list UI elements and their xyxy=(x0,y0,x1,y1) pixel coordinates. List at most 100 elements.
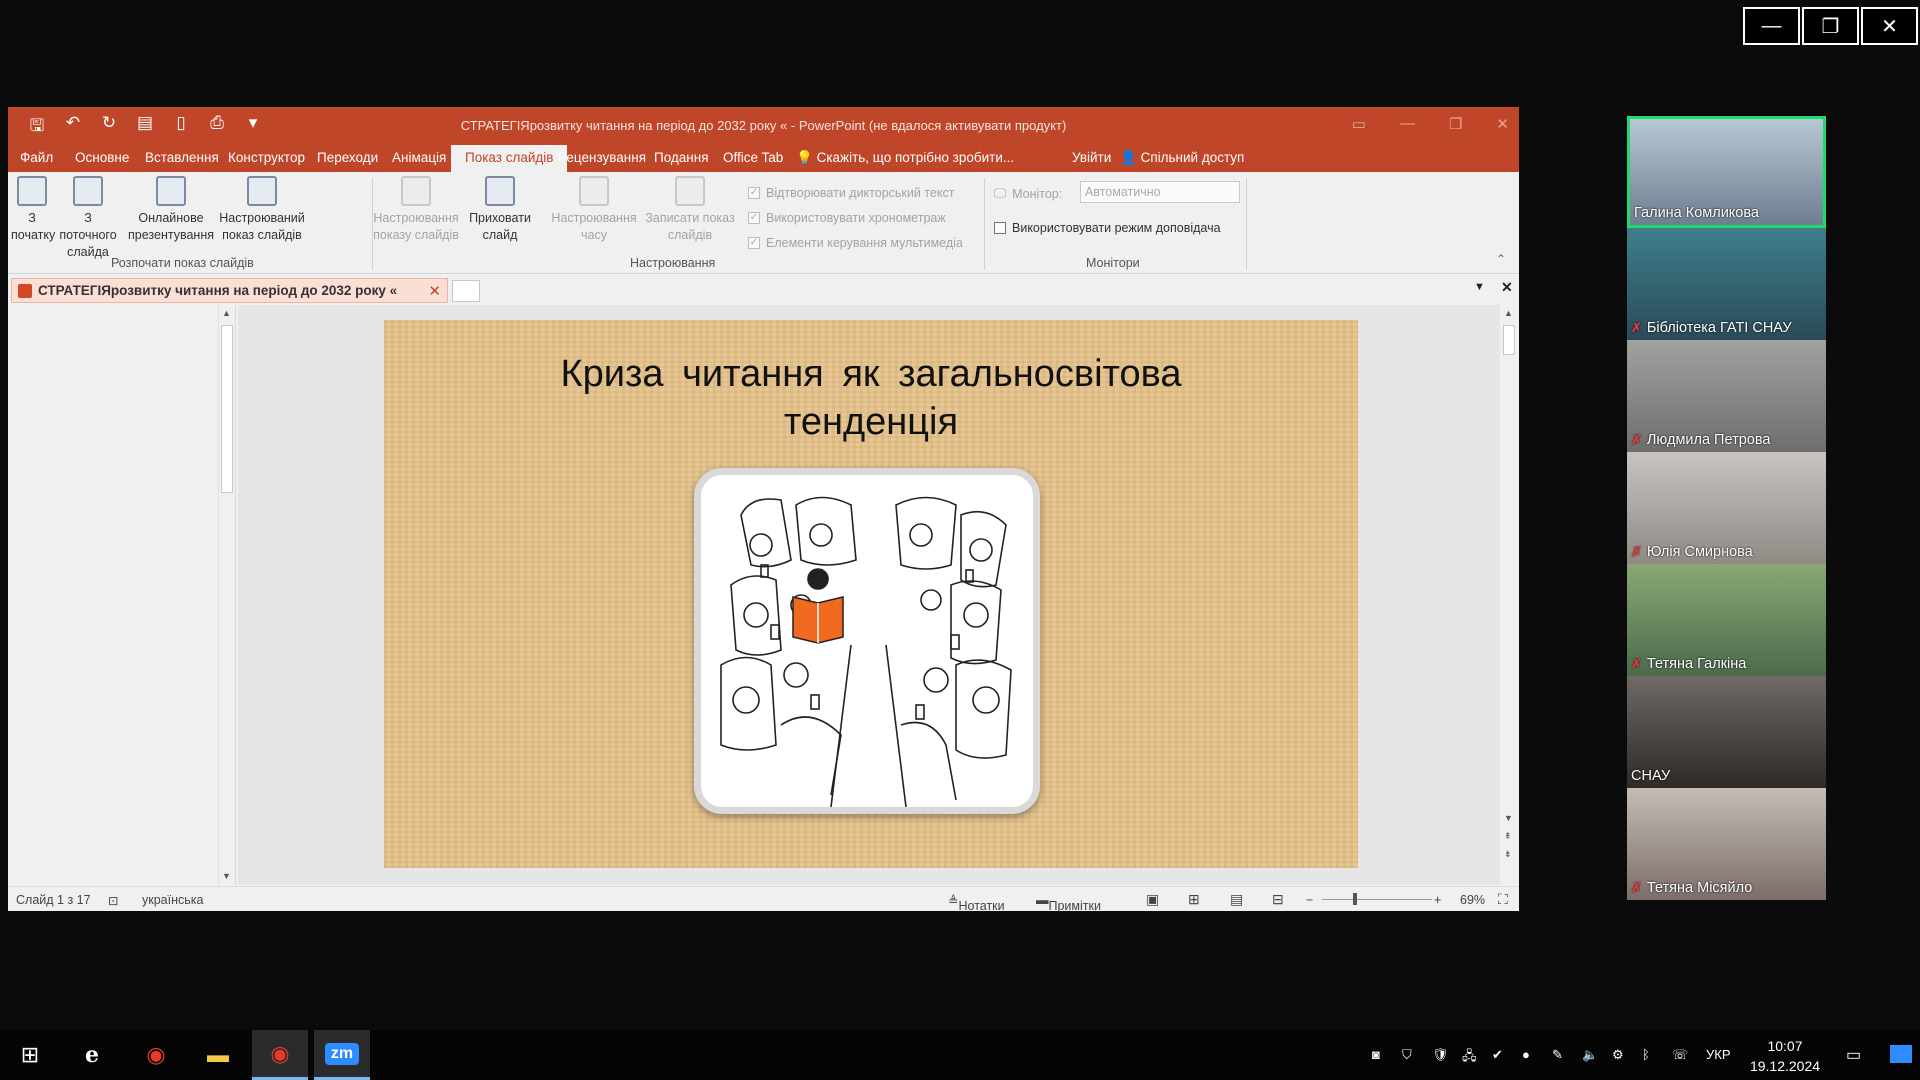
slide-1[interactable]: Криза читання як загальносвітова тенденц… xyxy=(384,320,1358,868)
slide-title[interactable]: Криза читання як загальносвітова тенденц… xyxy=(384,350,1358,446)
zoom-in-icon[interactable]: + xyxy=(1434,893,1441,907)
normal-view-icon[interactable]: ▣ xyxy=(1146,891,1159,908)
taskbar-zoom[interactable]: zm xyxy=(314,1030,370,1080)
participant-tile[interactable]: ✗ Тетяна Місяйло xyxy=(1627,788,1826,900)
zoom-out-icon[interactable]: − xyxy=(1306,893,1313,907)
taskbar-explorer[interactable]: ▬ xyxy=(190,1030,246,1080)
sign-in-link[interactable]: Увійти xyxy=(1072,150,1111,165)
next-slide-icon[interactable]: ⇟ xyxy=(1504,849,1512,860)
participant-tile[interactable]: ✗ Бібліотека ГАТІ СНАУ xyxy=(1627,228,1826,340)
participant-tile[interactable]: Галина Комликова xyxy=(1627,116,1826,228)
setup-show-button[interactable]: Настроювання показу слайдів xyxy=(370,176,462,244)
tab-slideshow[interactable]: Показ слайдів xyxy=(451,145,568,172)
tab-design[interactable]: Конструктор xyxy=(228,150,305,165)
clock[interactable]: 10:07 19.12.2024 xyxy=(1745,1036,1825,1076)
usb-tray-icon[interactable]: ⚙ xyxy=(1612,1047,1624,1063)
ribbon-display-icon[interactable]: ▭ xyxy=(1352,115,1366,133)
slide-illustration[interactable] xyxy=(694,468,1040,814)
ppt-close-icon[interactable]: ✕ xyxy=(1496,115,1509,133)
share-button[interactable]: 👤 Спільний доступ xyxy=(1120,150,1244,166)
scroll-up-icon[interactable]: ▲ xyxy=(1504,308,1513,318)
rehearse-line2: часу xyxy=(581,228,607,242)
thumbnail-scrollbar[interactable]: ▲ ▼ xyxy=(218,305,234,885)
ppt-restore-icon[interactable]: ❐ xyxy=(1449,115,1462,133)
participant-tile[interactable]: ✗ Тетяна Галкіна xyxy=(1627,564,1826,676)
custom-show-button[interactable]: Настроюваний показ слайдів xyxy=(214,176,310,244)
defender-tray-icon[interactable]: 🛡 xyxy=(1432,1047,1449,1063)
from-beginning-button[interactable]: З початку xyxy=(11,176,55,244)
viber-tray-icon[interactable]: ☏ xyxy=(1672,1047,1688,1063)
minimize-button[interactable]: — xyxy=(1743,7,1800,45)
slideshow-view-icon[interactable]: ⊟ xyxy=(1272,891,1284,908)
security-tray-icon[interactable]: ⛉ xyxy=(1402,1047,1412,1063)
start-button[interactable]: ⊞ xyxy=(2,1030,58,1080)
zoom-level[interactable]: 69% xyxy=(1460,893,1485,907)
language-indicator[interactable]: УКР xyxy=(1706,1047,1731,1062)
tab-transitions[interactable]: Переходи xyxy=(317,150,378,165)
tab-list-icon[interactable]: ▼ xyxy=(1474,281,1485,293)
network-tray-icon[interactable]: 🖧 xyxy=(1462,1047,1477,1069)
tab-insert[interactable]: Вставлення xyxy=(145,150,219,165)
taskbar-chrome-2[interactable]: ◉ xyxy=(252,1030,308,1080)
tab-home[interactable]: Основне xyxy=(75,150,129,165)
notes-button[interactable]: ≜ Нотатки xyxy=(948,893,1005,911)
tab-office-tab[interactable]: Office Tab xyxy=(723,150,783,165)
slide-scrollbar[interactable]: ▲ ▼ ⇞ ⇟ xyxy=(1500,305,1518,885)
close-document-icon[interactable]: ✕ xyxy=(1501,279,1513,296)
scroll-down-icon[interactable]: ▼ xyxy=(222,871,231,881)
from-beginning-line1: З xyxy=(28,211,36,225)
tab-view[interactable]: Подання xyxy=(654,150,709,165)
pen-tray-icon[interactable]: ✎ xyxy=(1552,1047,1563,1063)
tab-file[interactable]: Файл xyxy=(20,150,53,165)
presenter-view-checkbox[interactable]: Використовувати режим доповідача xyxy=(994,221,1221,235)
spellcheck-icon[interactable]: ⊡ xyxy=(108,893,118,908)
document-tab[interactable]: СТРАТЕГІЯрозвитку читання на період до 2… xyxy=(11,278,448,303)
monitor-select[interactable]: Автоматично xyxy=(1080,181,1240,203)
volume-icon[interactable]: 🔈 xyxy=(1582,1047,1598,1063)
zoom-slider-handle[interactable] xyxy=(1353,893,1357,905)
taskbar-chrome[interactable]: ◉ xyxy=(128,1030,184,1080)
slide-thumbnail-pane[interactable] xyxy=(8,305,236,885)
record-show-button[interactable]: Записати показ слайдів xyxy=(642,176,738,244)
slideshow-current-icon xyxy=(73,176,103,206)
zoom-window-controls: — ❐ ✕ xyxy=(1743,7,1918,45)
close-button[interactable]: ✕ xyxy=(1861,7,1918,45)
participant-tile[interactable]: ✗ Людмила Петрова xyxy=(1627,340,1826,452)
scroll-up-icon[interactable]: ▲ xyxy=(222,308,231,318)
participant-tile[interactable]: ✗ Юлія Смирнова xyxy=(1627,452,1826,564)
collapse-ribbon-icon[interactable]: ⌃ xyxy=(1496,252,1506,266)
from-current-button[interactable]: З поточного слайда xyxy=(54,176,122,261)
scroll-down-icon[interactable]: ▼ xyxy=(1504,813,1513,823)
bluetooth-icon[interactable]: ᛒ xyxy=(1642,1047,1650,1062)
tell-me-box[interactable]: 💡 Скажіть, що потрібно зробити... xyxy=(796,150,1014,166)
rehearse-timings-button[interactable]: Настроювання часу xyxy=(548,176,640,244)
previous-slide-icon[interactable]: ⇞ xyxy=(1504,831,1512,842)
ppt-minimize-icon[interactable]: — xyxy=(1400,115,1415,133)
zoom-slider[interactable] xyxy=(1322,899,1432,900)
yellow-tray-icon[interactable]: ● xyxy=(1522,1047,1530,1062)
media-controls-checkbox[interactable]: ✓ Елементи керування мультимедіа xyxy=(748,236,963,250)
comments-button[interactable]: ▬ Примітки xyxy=(1036,893,1101,911)
language-indicator[interactable]: українська xyxy=(142,893,203,907)
tab-review[interactable]: Рецензування xyxy=(558,150,646,165)
notifications-icon[interactable]: ▭ xyxy=(1846,1045,1861,1065)
slide-sorter-icon[interactable]: ⊞ xyxy=(1188,891,1200,908)
hide-slide-button[interactable]: Приховати слайд xyxy=(464,176,536,244)
tab-animations[interactable]: Анімація xyxy=(392,150,446,165)
play-narrations-checkbox[interactable]: ✓ Відтворювати дикторський текст xyxy=(748,186,954,200)
use-timings-checkbox[interactable]: ✓ Використовувати хронометраж xyxy=(748,211,946,225)
fit-to-window-icon[interactable]: ⛶ xyxy=(1498,891,1508,908)
checkbox-checked-icon: ✓ xyxy=(748,212,760,224)
scrollbar-thumb[interactable] xyxy=(1503,325,1515,355)
taskbar-edge[interactable]: e xyxy=(64,1030,120,1080)
scrollbar-thumb[interactable] xyxy=(221,325,233,493)
reading-view-icon[interactable]: ▤ xyxy=(1230,891,1243,908)
present-online-button[interactable]: Онлайнове презентування xyxy=(128,176,214,244)
green-tray-icon[interactable]: ✔ xyxy=(1492,1047,1503,1063)
restore-button[interactable]: ❐ xyxy=(1802,7,1859,45)
participant-tile[interactable]: СНАУ xyxy=(1627,676,1826,788)
close-tab-icon[interactable]: ✕ xyxy=(428,282,441,300)
show-desktop-icon[interactable] xyxy=(1890,1045,1912,1063)
zoom-tray-icon[interactable]: ◙ xyxy=(1372,1047,1380,1062)
new-tab-button[interactable] xyxy=(452,280,480,302)
